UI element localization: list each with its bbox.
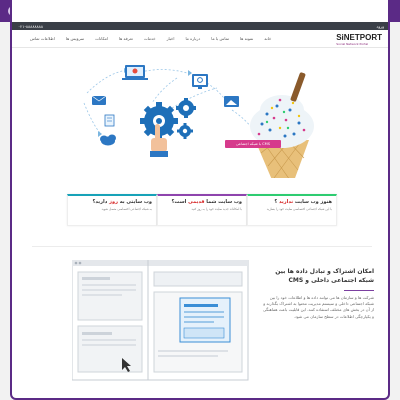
section-body: شرکت ها و سازمان ها می توانند داده ها و … <box>262 295 374 319</box>
card-no-site[interactable]: هنوز وب سایت ندارید ؟ با این شبکه اجتماع… <box>247 194 337 226</box>
card-text: با امکانات جدید سایت خود را به روز کنید <box>191 207 242 211</box>
main-menu: خانه نمونه ها تماس با ما درباره ما اخبار… <box>30 36 271 41</box>
card-text: به شبکه اجتماعی اختصاصی متصل شوید <box>101 207 152 211</box>
menu-item[interactable]: نمونه ها <box>240 36 253 41</box>
card-title: هنوز وب سایت ندارید ؟ <box>274 199 332 205</box>
site-logo[interactable]: SiNETPORT Social Network Portal <box>336 33 382 46</box>
gear-icon <box>177 123 193 139</box>
card-title: وب سایتی به روز دارید؟ <box>92 199 153 205</box>
mail-icon <box>91 95 107 105</box>
feature-cards: وب سایتی به روز دارید؟ به شبکه اجتماعی ا… <box>12 184 388 234</box>
menu-item[interactable]: درباره ما <box>186 36 201 41</box>
card-up-to-date-site[interactable]: وب سایتی به روز دارید؟ به شبکه اجتماعی ا… <box>67 194 157 226</box>
phone-number: ۰۲۱-۸۸۸۸۸۸۸۸ <box>18 24 44 29</box>
ui-mockup-illustration <box>72 260 249 381</box>
menu-item[interactable]: سرویس ها <box>66 36 84 41</box>
card-title: وب سایت شما قدیمی است؟ <box>171 199 243 205</box>
hero-illustration: CMS با شبکه اجتماعی <box>12 48 388 208</box>
card-old-site[interactable]: وب سایت شما قدیمی است؟ با امکانات جدید س… <box>157 194 247 226</box>
logo-brand: SiNETPORT <box>336 33 382 42</box>
menu-item[interactable]: امکانات <box>95 36 108 41</box>
logo-tagline: Social Network Portal <box>336 42 369 46</box>
top-info-bar: ۰۲۱-۸۸۸۸۸۸۸۸ ورود <box>12 22 388 30</box>
title-underline <box>344 290 374 291</box>
cloud-icon <box>100 134 116 146</box>
menu-item[interactable]: اخبار <box>167 36 175 41</box>
hero-graphic <box>83 65 314 208</box>
ice-cream-icon <box>250 72 314 208</box>
laptop-icon <box>122 65 148 80</box>
menu-item[interactable]: خانه <box>264 36 271 41</box>
login-link[interactable]: ورود <box>376 24 384 29</box>
menu-item[interactable]: تماس با ما <box>211 36 229 41</box>
gear-icon <box>176 98 196 118</box>
site-header: SiNETPORT Social Network Portal خانه نمو… <box>12 30 388 48</box>
image-icon <box>224 96 239 107</box>
menu-item[interactable]: تعرفه ها <box>119 36 133 41</box>
document-icon <box>104 114 115 127</box>
menu-item[interactable]: اطلاعات تماس <box>30 36 55 41</box>
section-divider <box>32 246 372 247</box>
menu-item[interactable]: خدمات <box>144 36 156 41</box>
card-text: با این شبکه اجتماعی اختصاصی سایت خود را … <box>266 207 332 211</box>
cms-label: CMS با شبکه اجتماعی <box>235 142 271 146</box>
monitor-search-icon <box>192 74 208 89</box>
data-sharing-section: امکان اشتراک و تبادل داده ها بین شبکه اج… <box>12 250 388 390</box>
browser-window: ۰۲۱-۸۸۸۸۸۸۸۸ ورود SiNETPORT Social Netwo… <box>10 0 390 400</box>
section-title: امکان اشتراک و تبادل داده ها بین شبکه اج… <box>275 268 374 284</box>
